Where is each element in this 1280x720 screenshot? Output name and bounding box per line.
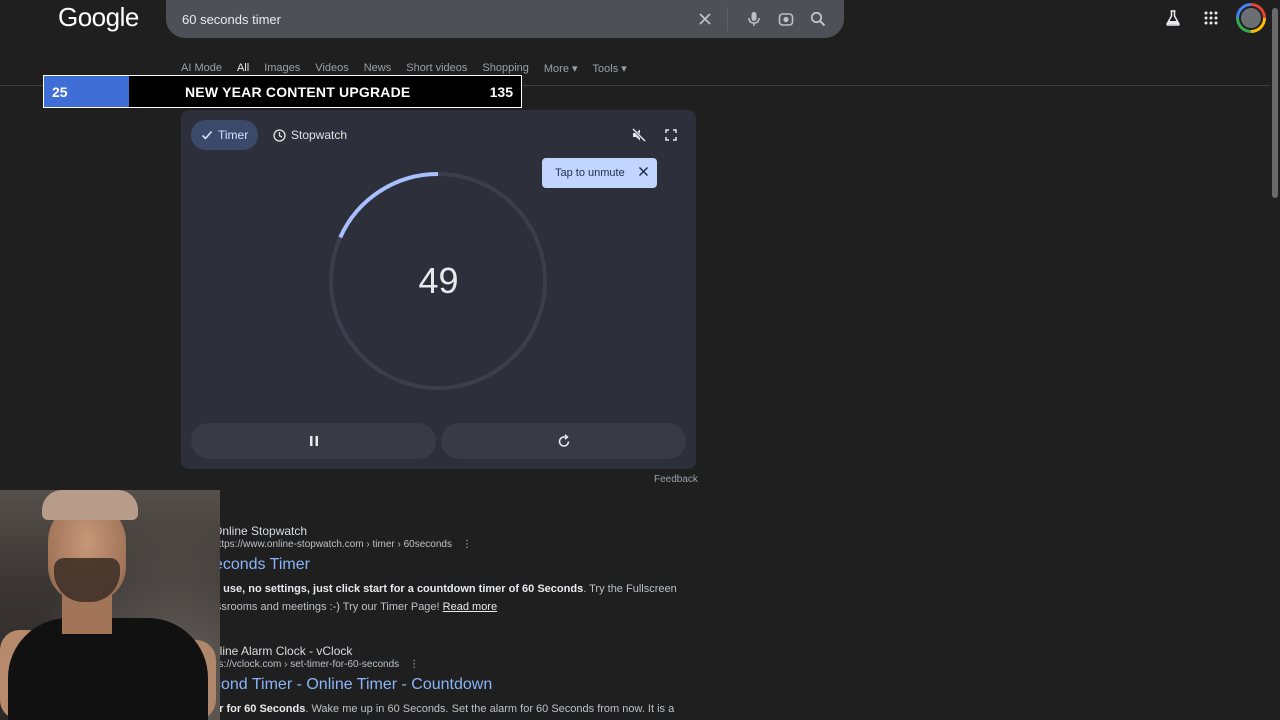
pause-icon [309,436,318,446]
google-logo[interactable]: Google [58,2,139,33]
snippet-bold: mple to use, no settings, just click sta… [181,583,584,595]
apps-grid-icon[interactable] [1192,0,1230,36]
header-actions [1154,0,1280,36]
account-avatar[interactable] [1236,3,1266,33]
stopwatch-mode-chip[interactable]: Stopwatch [263,120,357,150]
stopwatch-mode-label: Stopwatch [291,128,348,142]
pause-button[interactable] [191,423,436,459]
check-icon [201,129,213,141]
timer-remaining-seconds: 49 [418,260,459,301]
lens-icon[interactable] [774,7,798,31]
result-url-text: https://www.online-stopwatch.com › timer… [213,539,452,550]
snippet-bold: er for 60 Seconds [213,703,306,715]
more-options-icon[interactable]: ⋮ [409,659,419,670]
clock-icon [273,128,286,142]
timer-mode-label: Timer [218,128,249,142]
fullscreen-icon[interactable] [662,126,680,144]
result-snippet: mple to use, no settings, just click sta… [181,580,696,616]
unmute-tooltip[interactable]: Tap to unmute [542,158,657,188]
feedback-link[interactable]: Feedback [654,474,698,485]
timer-ring-arc [338,172,439,239]
result-url[interactable]: https://www.online-stopwatch.com › timer… [213,539,472,550]
timer-mode-chip[interactable]: Timer [191,120,259,150]
muted-speaker-icon[interactable] [630,126,648,144]
search-input[interactable]: 60 seconds timer [182,12,685,27]
result-url-text: ps://vclock.com › set-timer-for-60-secon… [213,659,400,670]
search-icon[interactable] [806,7,830,31]
unmute-tooltip-text: Tap to unmute [555,167,625,179]
goal-current-count: 25 [44,76,129,107]
reset-icon [558,434,569,447]
labs-flask-icon[interactable] [1154,0,1192,36]
clear-icon[interactable] [693,7,717,31]
goal-target-count: 135 [489,83,513,100]
timer-widget: Timer Stopwatch Tap to unmute 49 [181,110,696,469]
stream-goal-banner: 25 NEW YEAR CONTENT UPGRADE 135 [43,75,522,108]
webcam-person-cap [42,490,138,520]
close-tooltip-icon[interactable] [638,166,649,180]
tab-more[interactable]: More ▾ [544,62,578,77]
search-bar[interactable]: 60 seconds timer [166,0,844,38]
search-divider [727,7,728,31]
more-options-icon[interactable]: ⋮ [462,539,472,550]
avatar-image [1239,6,1263,30]
reset-button[interactable] [441,423,686,459]
goal-title: NEW YEAR CONTENT UPGRADE [185,83,411,100]
snippet-text: . Try the Fullscreen [583,583,677,595]
result-site-name[interactable]: nline Alarm Clock - vClock [213,644,352,658]
webcam-overlay [0,490,220,720]
result-site-name[interactable]: Online Stopwatch [213,524,307,538]
snippet-text: . Wake me up in 60 Seconds. Set the alar… [305,703,675,715]
page-scrollbar[interactable] [1272,8,1278,198]
microphone-icon[interactable] [742,7,766,31]
read-more-link[interactable]: Read more [443,601,497,613]
result-url[interactable]: ps://vclock.com › set-timer-for-60-secon… [213,659,419,670]
result-snippet: er for 60 Seconds. Wake me up in 60 Seco… [213,700,728,718]
result-title-link[interactable]: cond Timer - Online Timer - Countdown [213,676,492,694]
tab-tools[interactable]: Tools ▾ [593,62,627,77]
